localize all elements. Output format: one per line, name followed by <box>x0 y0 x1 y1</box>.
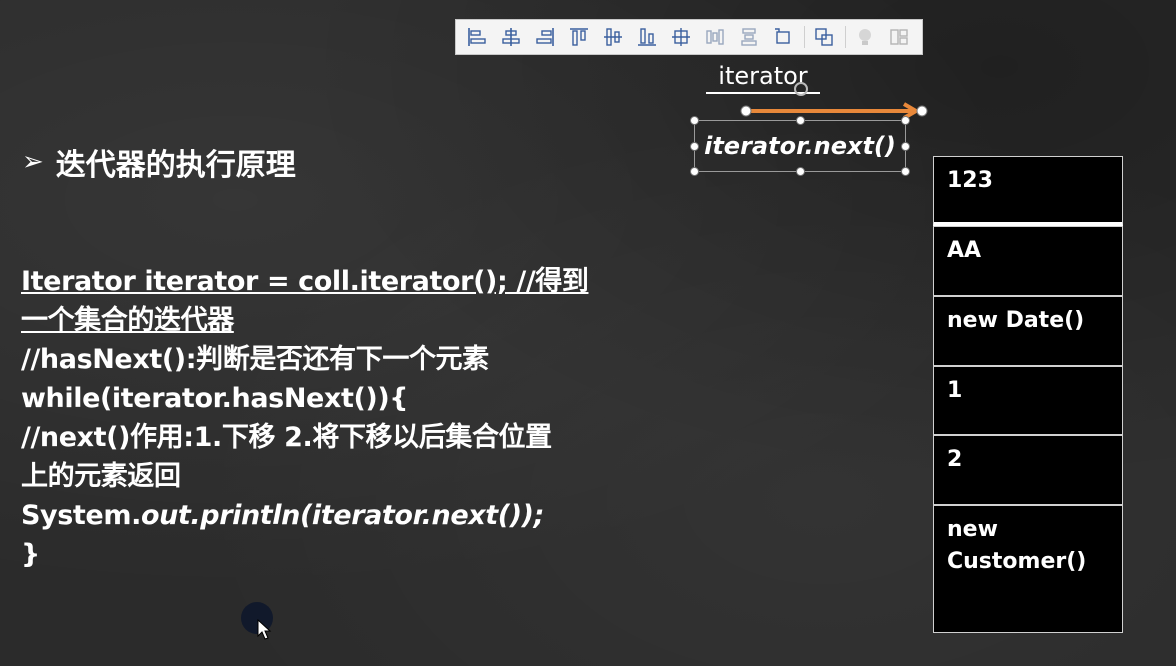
code-line: } <box>21 539 40 570</box>
lightbulb-icon <box>850 24 880 50</box>
collection-cell: 1 <box>933 366 1123 435</box>
mouse-pointer-icon <box>257 619 272 640</box>
code-prefix: System. <box>21 500 141 531</box>
resize-handle[interactable] <box>901 167 910 176</box>
code-line: while(iterator.hasNext()){ <box>21 383 409 414</box>
arrange-icon <box>884 24 914 50</box>
code-line: //hasNext():判断是否还有下一个元素 <box>21 344 489 375</box>
collection-cell: 2 <box>933 435 1123 505</box>
resize-handle[interactable] <box>901 116 910 125</box>
code-line: Iterator iterator = coll.iterator(); //得… <box>21 266 589 297</box>
align-center-icon[interactable] <box>496 24 526 50</box>
iterator-next-textbox[interactable]: iterator.next() <box>694 120 906 172</box>
resize-handle[interactable] <box>690 142 699 151</box>
resize-handle[interactable] <box>690 167 699 176</box>
code-block: Iterator iterator = coll.iterator(); //得… <box>21 262 671 574</box>
align-right-icon[interactable] <box>530 24 560 50</box>
align-bottom-icon[interactable] <box>632 24 662 50</box>
code-line: 一个集合的迭代器 <box>21 305 234 336</box>
distribute-vertical-icon <box>734 24 764 50</box>
heading-text: 迭代器的执行原理 <box>55 148 296 183</box>
collection-stack: 123 AA new Date() 1 2 new Customer() <box>933 156 1123 633</box>
group-icon[interactable] <box>809 24 839 50</box>
distribute-horizontal-icon <box>700 24 730 50</box>
align-top-icon[interactable] <box>564 24 594 50</box>
toolbar-divider <box>845 26 846 48</box>
align-middle-icon[interactable] <box>598 24 628 50</box>
collection-cell: 123 <box>933 156 1123 226</box>
code-italic: out.println(iterator.next()); <box>140 500 544 531</box>
resize-handle[interactable] <box>796 167 805 176</box>
code-line: 上的元素返回 <box>21 461 181 492</box>
code-line: //next()作用:1.下移 2.将下移以后集合位置 <box>21 422 552 453</box>
resize-handle[interactable] <box>690 116 699 125</box>
resize-handle[interactable] <box>796 116 805 125</box>
alignment-toolbar <box>455 19 923 55</box>
rotation-handle[interactable] <box>794 82 808 96</box>
collection-cell: new Customer() <box>933 505 1123 633</box>
bullet-arrow-icon: ➢ <box>22 147 44 177</box>
resize-handle[interactable] <box>901 142 910 151</box>
slide-heading: ➢ 迭代器的执行原理 <box>22 140 296 184</box>
resize-to-fit-icon[interactable] <box>768 24 798 50</box>
collection-cell: new Date() <box>933 296 1123 366</box>
iterator-next-label: iterator.next() <box>704 132 896 160</box>
toolbar-divider <box>804 26 805 48</box>
collection-cell: AA <box>933 226 1123 296</box>
code-line: System.out.println(iterator.next()); <box>21 496 671 535</box>
distribute-center-icon[interactable] <box>666 24 696 50</box>
align-left-icon[interactable] <box>462 24 492 50</box>
